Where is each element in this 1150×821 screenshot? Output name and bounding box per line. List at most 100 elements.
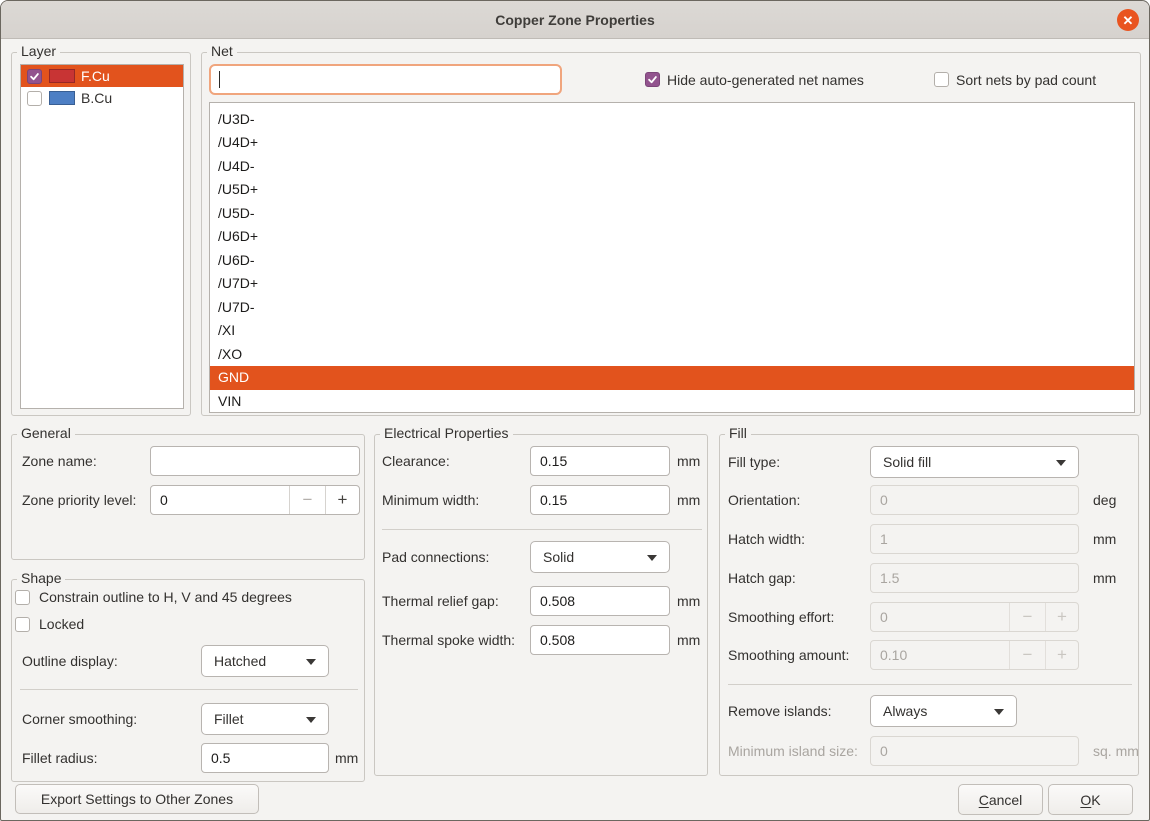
net-item[interactable]: /U3D- xyxy=(210,108,1134,132)
fill-group-label: Fill xyxy=(725,425,751,441)
layer-name-label: B.Cu xyxy=(81,90,112,106)
fillet-radius-input[interactable] xyxy=(201,743,329,773)
fillet-radius-unit: mm xyxy=(335,743,358,773)
net-list[interactable]: /U3D+/U3D-/U4D+/U4D-/U5D+/U5D-/U6D+/U6D-… xyxy=(209,102,1135,413)
thermal-spoke-width-label: Thermal spoke width: xyxy=(382,625,515,655)
text-caret xyxy=(219,71,220,88)
zone-priority-increment-button[interactable]: + xyxy=(325,486,359,514)
constrain-outline-checkbox[interactable] xyxy=(15,590,30,605)
thermal-spoke-width-input[interactable] xyxy=(530,625,670,655)
remove-islands-label: Remove islands: xyxy=(728,695,832,727)
minimum-island-size-unit: sq. mm xyxy=(1093,736,1139,766)
chevron-down-icon xyxy=(647,555,657,561)
smoothing-amount-decrement-button: − xyxy=(1009,641,1045,669)
hatch-width-input xyxy=(870,524,1079,554)
shape-group: Shape Constrain outline to H, V and 45 d… xyxy=(11,579,365,782)
constrain-outline-label: Constrain outline to H, V and 45 degrees xyxy=(39,589,292,605)
thermal-relief-gap-input[interactable] xyxy=(530,586,670,616)
hatch-width-unit: mm xyxy=(1093,524,1116,554)
net-group: Net Hide auto-generated net names Sort n… xyxy=(201,52,1141,416)
net-item[interactable]: /U6D+ xyxy=(210,225,1134,249)
zone-priority-input[interactable] xyxy=(151,486,289,514)
smoothing-amount-label: Smoothing amount: xyxy=(728,640,849,670)
locked-checkbox[interactable] xyxy=(15,617,30,632)
smoothing-effort-increment-button: + xyxy=(1045,603,1078,631)
fill-separator xyxy=(728,684,1132,685)
outline-display-value: Hatched xyxy=(214,653,266,669)
net-item[interactable]: /U4D- xyxy=(210,155,1134,179)
minus-icon: − xyxy=(1023,645,1033,665)
net-group-label: Net xyxy=(207,43,237,59)
general-group-label: General xyxy=(17,425,75,441)
net-item[interactable]: /U6D- xyxy=(210,249,1134,273)
minimum-island-size-label: Minimum island size: xyxy=(728,736,858,766)
net-item[interactable]: GND xyxy=(210,366,1134,390)
check-icon xyxy=(647,74,658,85)
minimum-width-unit: mm xyxy=(677,485,700,515)
shape-separator xyxy=(20,689,358,690)
hide-auto-net-names-checkbox[interactable] xyxy=(645,72,660,87)
layer-group: Layer F.CuB.Cu xyxy=(11,52,191,416)
zone-priority-spinner: − + xyxy=(150,485,360,515)
hide-auto-net-names-label: Hide auto-generated net names xyxy=(667,72,864,88)
pad-connections-label: Pad connections: xyxy=(382,541,489,573)
chevron-down-icon xyxy=(1056,460,1066,466)
export-settings-button[interactable]: Export Settings to Other Zones xyxy=(15,784,259,814)
zone-name-label: Zone name: xyxy=(22,446,97,476)
close-icon: ✕ xyxy=(1123,14,1134,27)
remove-islands-dropdown[interactable]: Always xyxy=(870,695,1017,727)
layer-list[interactable]: F.Cu B.Cu xyxy=(20,64,184,409)
zone-priority-decrement-button[interactable]: − xyxy=(289,486,325,514)
minus-icon: − xyxy=(1023,607,1033,627)
fill-type-dropdown[interactable]: Solid fill xyxy=(870,446,1079,478)
net-item[interactable]: /U7D+ xyxy=(210,272,1134,296)
corner-smoothing-value: Fillet xyxy=(214,711,244,727)
cancel-button[interactable]: Cancel xyxy=(958,784,1043,815)
hatch-width-label: Hatch width: xyxy=(728,524,805,554)
corner-smoothing-label: Corner smoothing: xyxy=(22,703,137,735)
net-item[interactable]: /U5D+ xyxy=(210,178,1134,202)
layer-visibility-checkbox[interactable] xyxy=(27,69,42,84)
electrical-properties-group: Electrical Properties Clearance: mm Mini… xyxy=(374,434,708,776)
fill-type-value: Solid fill xyxy=(883,454,931,470)
zone-name-input[interactable] xyxy=(150,446,360,476)
net-item[interactable]: /U5D- xyxy=(210,202,1134,226)
net-item[interactable]: VIN xyxy=(210,390,1134,414)
shape-group-label: Shape xyxy=(17,570,65,586)
layer-color-swatch xyxy=(49,91,75,105)
pad-connections-dropdown[interactable]: Solid xyxy=(530,541,670,573)
thermal-relief-gap-label: Thermal relief gap: xyxy=(382,586,499,616)
smoothing-amount-input xyxy=(871,641,1009,669)
thermal-spoke-width-unit: mm xyxy=(677,625,700,655)
smoothing-effort-input xyxy=(871,603,1009,631)
layer-row-bcu[interactable]: B.Cu xyxy=(21,87,183,109)
net-item[interactable]: /XO xyxy=(210,343,1134,367)
fillet-radius-label: Fillet radius: xyxy=(22,743,97,773)
net-filter-input[interactable] xyxy=(209,64,562,95)
clearance-unit: mm xyxy=(677,446,700,476)
smoothing-effort-label: Smoothing effort: xyxy=(728,602,834,632)
net-item[interactable]: /XI xyxy=(210,319,1134,343)
minimum-width-input[interactable] xyxy=(530,485,670,515)
general-group: General Zone name: Zone priority level: … xyxy=(11,434,365,560)
net-item[interactable]: /U4D+ xyxy=(210,131,1134,155)
smoothing-amount-spinner: − + xyxy=(870,640,1079,670)
fill-type-label: Fill type: xyxy=(728,446,780,478)
corner-smoothing-dropdown[interactable]: Fillet xyxy=(201,703,329,735)
ok-button[interactable]: OK xyxy=(1048,784,1133,815)
electrical-separator xyxy=(382,529,702,530)
outline-display-label: Outline display: xyxy=(22,645,118,677)
plus-icon: + xyxy=(1057,645,1067,665)
titlebar[interactable]: Copper Zone Properties ✕ xyxy=(1,1,1149,39)
plus-icon: + xyxy=(338,490,348,510)
close-button[interactable]: ✕ xyxy=(1117,9,1139,31)
outline-display-dropdown[interactable]: Hatched xyxy=(201,645,329,677)
electrical-properties-group-label: Electrical Properties xyxy=(380,425,513,441)
smoothing-amount-increment-button: + xyxy=(1045,641,1078,669)
layer-visibility-checkbox[interactable] xyxy=(27,91,42,106)
layer-row-fcu[interactable]: F.Cu xyxy=(21,65,183,87)
clearance-input[interactable] xyxy=(530,446,670,476)
layer-color-swatch xyxy=(49,69,75,83)
sort-nets-by-pad-count-checkbox[interactable] xyxy=(934,72,949,87)
net-item[interactable]: /U7D- xyxy=(210,296,1134,320)
